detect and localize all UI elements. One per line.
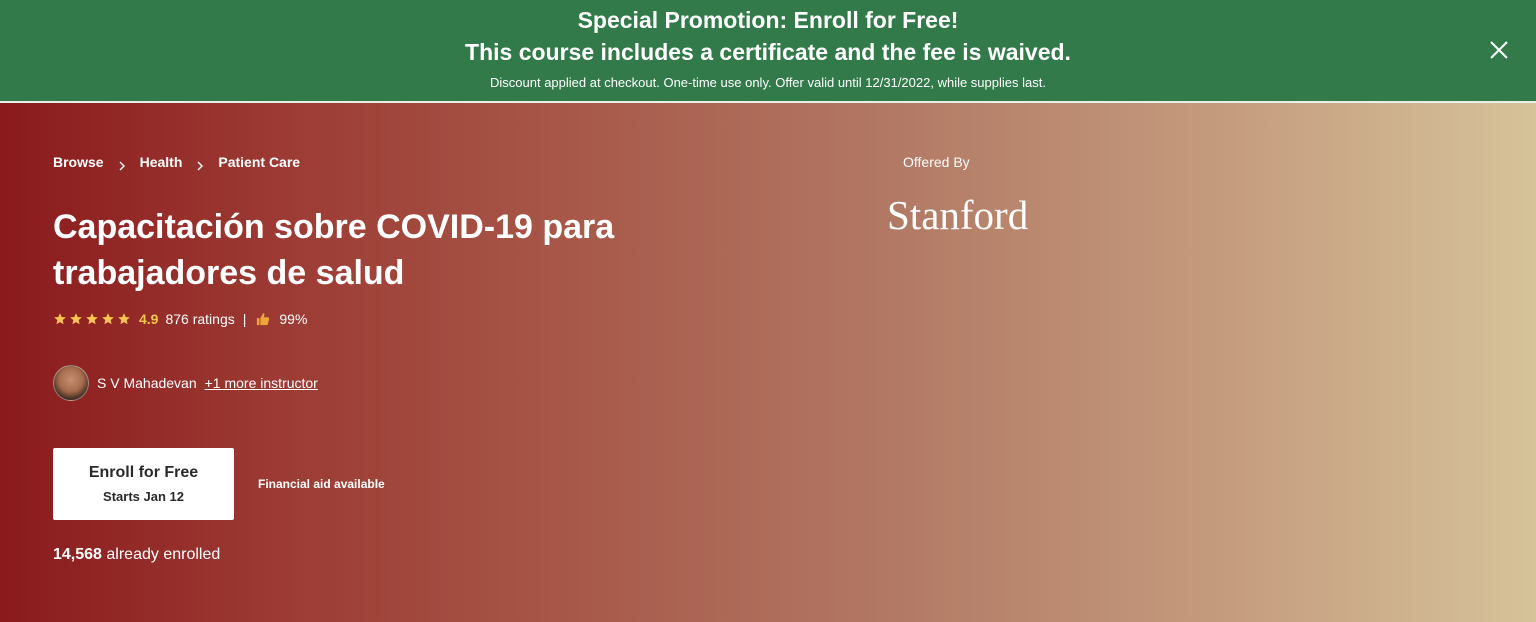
course-hero: Browse Health Patient Care Capacitación …: [0, 103, 1536, 622]
rating-count[interactable]: 876 ratings: [165, 310, 234, 328]
financial-aid-link[interactable]: Financial aid available: [258, 476, 385, 492]
promo-banner: Special Promotion: Enroll for Free! This…: [0, 0, 1536, 101]
course-rating: 4.9 876 ratings | 99%: [53, 310, 307, 328]
instructor-row: S V Mahadevan +1 more instructor: [53, 365, 318, 401]
star-icon: [54, 313, 66, 325]
chevron-right-icon: [117, 157, 127, 171]
rating-score: 4.9: [139, 311, 159, 327]
star-icon: [118, 313, 130, 325]
enroll-start-date: Starts Jan 12: [103, 489, 184, 504]
rating-divider: |: [242, 311, 247, 327]
chevron-right-icon: [195, 157, 205, 171]
breadcrumb-patient-care[interactable]: Patient Care: [218, 153, 300, 171]
course-title: Capacitación sobre COVID-19 para trabaja…: [53, 208, 615, 292]
avatar[interactable]: [53, 365, 89, 401]
rating-stars: [53, 312, 131, 326]
promo-headline: Special Promotion: Enroll for Free!: [577, 7, 959, 33]
star-icon: [86, 313, 98, 325]
enroll-button-label: Enroll for Free: [88, 464, 199, 481]
enrolled-suffix: already enrolled: [106, 546, 221, 563]
thumbs-up-icon: [256, 312, 270, 326]
more-instructors-link[interactable]: +1 more instructor: [205, 374, 318, 392]
like-percent: 99%: [279, 311, 308, 327]
promo-fine-print: Discount applied at checkout. One-time u…: [490, 75, 1046, 90]
enrolled-count: 14,568 already enrolled: [53, 545, 220, 565]
partner-logo[interactable]: Stanford: [887, 191, 1028, 239]
star-icon: [70, 313, 82, 325]
instructor-name[interactable]: S V Mahadevan: [97, 374, 197, 392]
star-icon: [102, 313, 114, 325]
offered-by-label: Offered By: [903, 154, 970, 170]
enrolled-number: 14,568: [53, 546, 102, 563]
breadcrumb-browse[interactable]: Browse: [53, 153, 104, 171]
close-icon[interactable]: [1488, 39, 1510, 61]
breadcrumb: Browse Health Patient Care: [53, 153, 300, 171]
breadcrumb-health[interactable]: Health: [140, 153, 183, 171]
enroll-button[interactable]: Enroll for Free Starts Jan 12: [53, 448, 234, 520]
promo-subheadline: This course includes a certificate and t…: [465, 39, 1071, 65]
